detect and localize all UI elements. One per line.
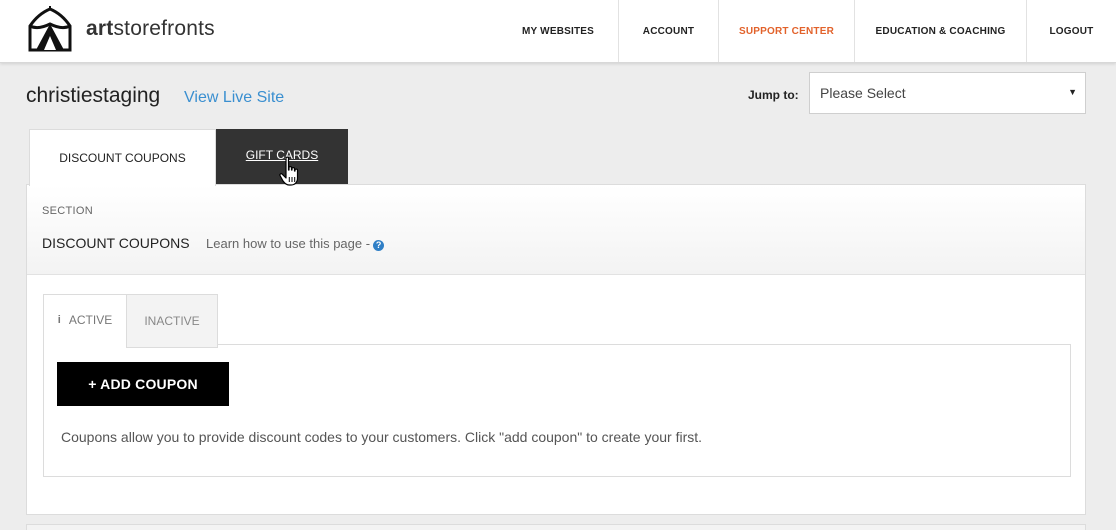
nav-logout[interactable]: LOGOUT <box>1026 0 1116 62</box>
nav-education-coaching[interactable]: EDUCATION & COACHING <box>854 0 1026 62</box>
hand-pointer-cursor-icon <box>279 156 299 186</box>
nav-account[interactable]: ACCOUNT <box>618 0 718 62</box>
section-header: SECTION DISCOUNT COUPONS Learn how to us… <box>27 185 1085 275</box>
jump-to-select[interactable]: Please Select ▼ <box>809 72 1086 114</box>
jump-to-value: Please Select <box>820 85 906 101</box>
tab-active-coupons[interactable]: i ACTIVE <box>43 294 127 345</box>
top-header: artstorefronts MY WEBSITES ACCOUNT SUPPO… <box>0 0 1116 63</box>
main-nav: MY WEBSITES ACCOUNT SUPPORT CENTER EDUCA… <box>498 0 1116 62</box>
jump-to-label: Jump to: <box>748 88 799 102</box>
caret-down-icon: ▼ <box>1068 87 1077 97</box>
section-label: SECTION <box>42 205 93 217</box>
tab-inactive-coupons[interactable]: INACTIVE <box>126 294 218 348</box>
view-live-site-link[interactable]: View Live Site <box>184 89 284 107</box>
empty-state-text: Coupons allow you to provide discount co… <box>61 429 703 445</box>
coupons-panel: SECTION DISCOUNT COUPONS Learn how to us… <box>26 184 1086 515</box>
section-title: DISCOUNT COUPONS <box>42 235 190 251</box>
add-coupon-button[interactable]: + ADD COUPON <box>57 362 229 406</box>
next-panel-edge <box>26 524 1086 530</box>
nav-support-center[interactable]: SUPPORT CENTER <box>718 0 854 62</box>
learn-how-text: Learn how to use this page -? <box>206 236 385 251</box>
site-name: christiestaging <box>26 84 161 107</box>
info-icon: i <box>57 314 61 326</box>
logo-text: artstorefronts <box>86 17 215 40</box>
logo[interactable]: artstorefronts <box>26 6 215 52</box>
nav-my-websites[interactable]: MY WEBSITES <box>498 0 618 62</box>
help-question-icon[interactable]: ? <box>373 240 385 251</box>
tab-discount-coupons[interactable]: DISCOUNT COUPONS <box>29 129 216 186</box>
circus-tent-logo-icon <box>28 6 72 52</box>
